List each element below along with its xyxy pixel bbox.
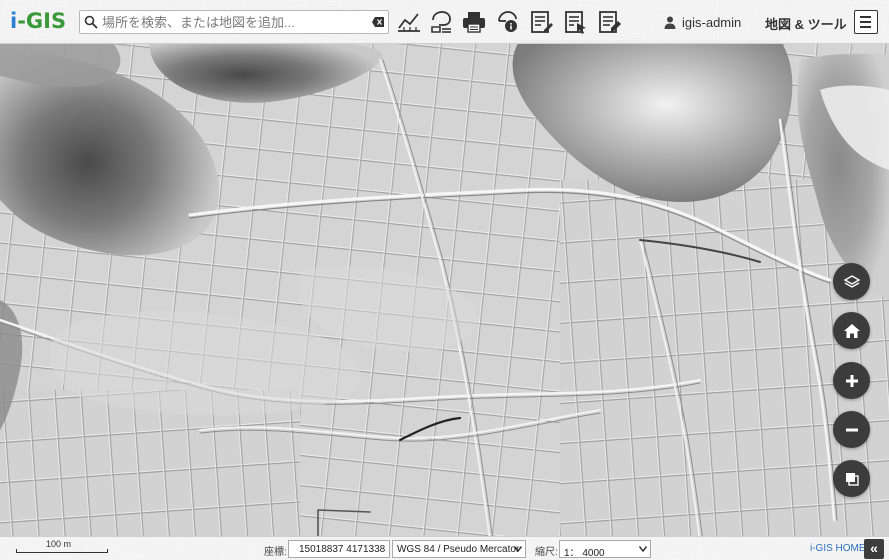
user-icon xyxy=(664,16,676,29)
select-edit-icon[interactable] xyxy=(562,8,588,36)
app-logo[interactable]: i -GIS xyxy=(10,9,66,35)
zoom-in-button[interactable] xyxy=(833,362,870,399)
chevron-down-icon xyxy=(514,546,522,552)
edit-attributes-icon[interactable] xyxy=(528,8,554,36)
coordinate-readout: 15018837 4171338 xyxy=(288,540,390,558)
zoom-out-icon xyxy=(845,428,858,431)
hillshade-map xyxy=(0,0,889,560)
menu-line-icon xyxy=(860,21,871,23)
basemap-button[interactable] xyxy=(833,460,870,497)
zoom-in-icon xyxy=(845,374,858,387)
layers-button[interactable] xyxy=(833,263,870,300)
scale-value: 1： 4000 xyxy=(564,548,605,559)
profile-chart-icon[interactable] xyxy=(396,8,422,36)
logo-gis: -GIS xyxy=(17,9,67,33)
scale-bar: 100 m xyxy=(16,539,108,555)
map-tools-menu[interactable]: 地図 & ツール xyxy=(765,14,847,33)
status-bar: 100 m 座標: 15018837 4171338 WGS 84 / Pseu… xyxy=(0,536,889,560)
hamburger-menu-button[interactable] xyxy=(854,10,878,34)
zoom-out-button[interactable] xyxy=(833,411,870,448)
report-icon[interactable] xyxy=(596,8,622,36)
igis-home-link[interactable]: i-GIS HOME xyxy=(810,543,866,554)
collapse-button[interactable]: « xyxy=(864,539,884,559)
identify-icon[interactable] xyxy=(428,8,454,36)
search-icon[interactable] xyxy=(84,15,98,29)
search-box xyxy=(79,10,389,34)
top-toolbar: i -GIS 場所を検索、または地図を追加... igis-admin 地図 &… xyxy=(0,0,889,44)
user-account[interactable]: igis-admin xyxy=(664,14,741,30)
home-icon xyxy=(843,323,860,338)
scale-bar-line xyxy=(16,549,108,553)
scale-bar-label: 100 m xyxy=(46,539,72,549)
menu-line-icon xyxy=(860,16,871,18)
crs-select[interactable]: WGS 84 / Pseudo Mercator xyxy=(392,540,526,558)
coordinate-label: 座標: xyxy=(264,547,287,558)
menu-line-icon xyxy=(860,26,871,28)
basemap-icon xyxy=(845,472,859,486)
home-button[interactable] xyxy=(833,312,870,349)
search-input[interactable] xyxy=(102,13,364,31)
logo-i: i xyxy=(10,9,18,33)
layers-icon xyxy=(843,274,860,288)
scale-select[interactable]: 1： 4000 xyxy=(559,540,651,559)
map-canvas[interactable] xyxy=(0,0,889,560)
scale-label: 縮尺: xyxy=(535,547,558,558)
crs-value: WGS 84 / Pseudo Mercator xyxy=(397,544,520,555)
timeline-info-icon[interactable] xyxy=(495,8,521,36)
clear-search-icon[interactable] xyxy=(372,17,384,27)
user-name: igis-admin xyxy=(682,14,742,30)
print-icon[interactable] xyxy=(461,8,487,36)
chevron-down-icon xyxy=(639,546,647,552)
